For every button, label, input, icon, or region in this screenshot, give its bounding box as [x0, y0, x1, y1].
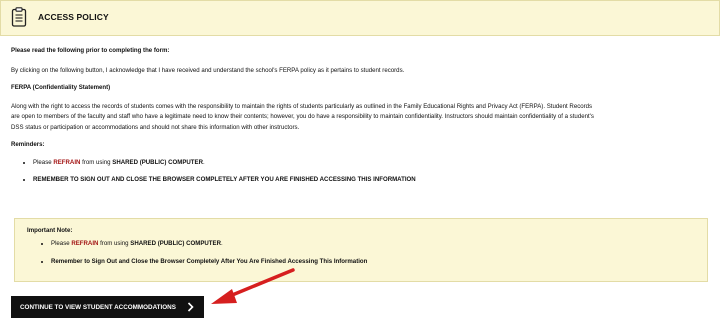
ferpa-line-1: Along with the right to access the recor… [11, 102, 593, 110]
important-note-heading: Important Note: [27, 227, 73, 234]
reminders-heading: Reminders: [11, 141, 45, 148]
continue-to-accommodations-button[interactable]: CONTINUE TO VIEW STUDENT ACCOMMODATIONS [11, 296, 204, 318]
refrain-emphasis: REFRAIN [53, 158, 81, 166]
reminder-item-sign-out: REMEMBER TO SIGN OUT AND CLOSE THE BROWS… [33, 175, 711, 186]
ferpa-line-3: DSS status or participation or accommoda… [11, 123, 300, 131]
clipboard-icon [11, 7, 27, 27]
continue-button-label: CONTINUE TO VIEW STUDENT ACCOMMODATIONS [20, 303, 176, 311]
access-policy-header: ACCESS POLICY [0, 0, 720, 36]
refrain-emphasis: REFRAIN [71, 240, 99, 247]
acknowledgement-text: By clicking on the following button, I a… [11, 66, 405, 74]
chevron-right-icon [187, 302, 194, 312]
reminders-list: Please REFRAIN from using SHARED (PUBLIC… [11, 158, 711, 186]
important-note-box: Important Note: Please REFRAIN from usin… [14, 218, 708, 282]
red-pointer-arrow [211, 268, 295, 304]
ferpa-heading: FERPA (Confidentiality Statement) [11, 84, 111, 91]
important-note-list: Please REFRAIN from using SHARED (PUBLIC… [29, 239, 367, 267]
ferpa-line-2: are open to members of the faculty and s… [11, 113, 594, 120]
policy-body: Please read the following prior to compl… [11, 46, 711, 186]
note-item-shared-computer: Please REFRAIN from using SHARED (PUBLIC… [51, 239, 367, 250]
reminder-item-shared-computer: Please REFRAIN from using SHARED (PUBLIC… [33, 158, 711, 169]
intro-heading: Please read the following prior to compl… [11, 47, 170, 54]
page-title: ACCESS POLICY [38, 12, 109, 22]
